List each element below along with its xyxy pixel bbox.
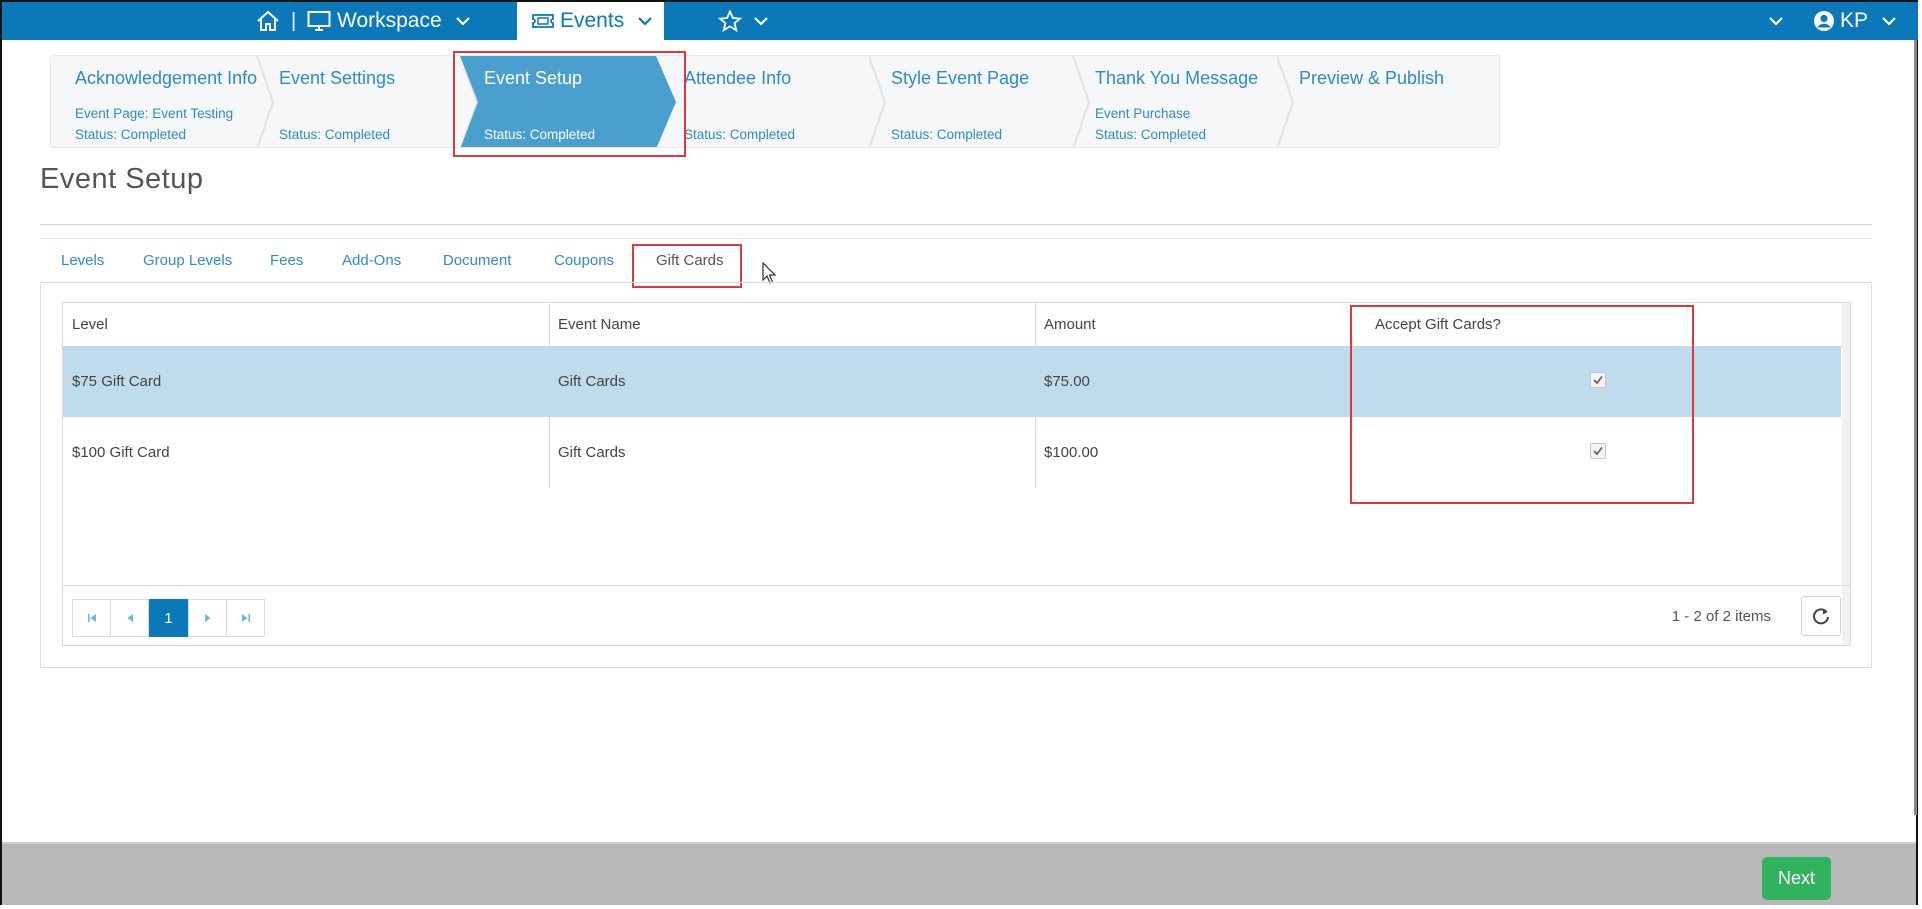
user-initials: KP <box>1840 9 1869 32</box>
step-title: Style Event Page <box>891 68 1030 88</box>
tab-gift-cards[interactable]: Gift Cards <box>656 252 724 269</box>
nav-separator: | <box>291 9 297 32</box>
step-status: Status: Completed <box>279 127 391 142</box>
page-title: Event Setup <box>40 163 204 195</box>
chevron-down-icon <box>1769 17 1783 26</box>
first-page-icon <box>87 614 96 622</box>
column-header-level[interactable]: Level <box>63 303 549 346</box>
tab-group-levels[interactable]: Group Levels <box>143 252 232 269</box>
tab-add-ons[interactable]: Add-Ons <box>342 252 401 269</box>
caret-left-icon <box>127 614 133 622</box>
chevron-down-icon <box>754 17 768 26</box>
top-navigation-bar: | Workspace Events KP <box>2 2 1918 40</box>
chevron-down-icon <box>455 17 470 26</box>
page-scrollbar[interactable] <box>1914 40 1917 815</box>
previous-page-button[interactable] <box>110 599 149 637</box>
step-status: Status: Completed <box>891 127 1003 142</box>
next-button[interactable]: Next <box>1762 857 1831 900</box>
step-status: Status: Completed <box>1095 127 1207 142</box>
monitor-icon <box>307 11 331 31</box>
first-page-button[interactable] <box>72 599 111 637</box>
step-title: Thank You Message <box>1095 68 1259 88</box>
step-status: Status: Completed <box>684 127 796 142</box>
refresh-icon <box>1813 608 1829 625</box>
step-subtitle: Event Page: Event Testing <box>75 106 234 121</box>
step-status: Status: Completed <box>75 127 187 142</box>
divider <box>40 224 1872 225</box>
table-row[interactable]: $100 Gift Card Gift Cards $100.00 <box>63 417 1841 488</box>
step-title: Event Setup <box>484 68 583 88</box>
user-menu[interactable]: KP <box>1813 2 1896 40</box>
page-1-button[interactable]: 1 <box>149 599 188 637</box>
step-title: Attendee Info <box>684 68 792 88</box>
cell-level: $75 Gift Card <box>72 373 162 390</box>
home-icon[interactable] <box>256 2 280 40</box>
cell-amount: $100.00 <box>1044 444 1099 461</box>
step-event-setup[interactable]: Event Setup Status: Completed <box>460 56 660 147</box>
chevron-down-icon <box>638 17 652 26</box>
user-circle-icon <box>1814 11 1834 31</box>
step-status: Status: Completed <box>484 127 596 142</box>
cell-event-name: Gift Cards <box>558 373 626 390</box>
step-title: Acknowledgement Info <box>75 68 258 88</box>
check-icon <box>1593 446 1603 456</box>
last-page-icon <box>241 614 250 622</box>
grid-header: Level Event Name Amount Accept Gift Card… <box>63 303 1842 347</box>
tab-fees[interactable]: Fees <box>270 252 303 269</box>
step-attendee-info[interactable]: Attendee Info Status: Completed <box>662 56 866 147</box>
caret-right-icon <box>204 614 210 622</box>
ticket-icon <box>532 14 554 28</box>
column-header-accept-gift-cards[interactable]: Accept Gift Cards? <box>1357 303 1837 346</box>
star-icon <box>718 10 742 32</box>
mouse-cursor-icon <box>762 262 776 284</box>
footer-bar <box>2 842 1916 905</box>
pager-info: 1 - 2 of 2 items <box>1671 608 1771 625</box>
cell-level: $100 Gift Card <box>72 444 170 461</box>
step-preview-publish[interactable]: Preview & Publish <box>1275 56 1495 147</box>
events-label: Events <box>560 9 625 32</box>
workspace-label: Workspace <box>337 9 442 32</box>
cell-event-name: Gift Cards <box>558 444 626 461</box>
table-row[interactable]: $75 Gift Card Gift Cards $75.00 <box>63 346 1841 417</box>
workspace-menu[interactable]: Workspace <box>307 2 470 40</box>
step-title: Event Settings <box>279 68 396 88</box>
step-event-settings[interactable]: Event Settings Status: Completed <box>255 56 459 147</box>
divider <box>40 238 1872 239</box>
grid-pager: 1 1 - 2 of 2 items <box>63 585 1850 646</box>
step-acknowledgement-info[interactable]: Acknowledgement Info Event Page: Event T… <box>51 56 258 147</box>
events-menu[interactable]: Events <box>517 2 664 40</box>
column-header-amount[interactable]: Amount <box>1035 303 1327 346</box>
gift-cards-grid: Level Event Name Amount Accept Gift Card… <box>62 302 1851 646</box>
step-thank-you-message[interactable]: Thank You Message Event Purchase Status:… <box>1071 56 1275 147</box>
accept-gift-cards-checkbox[interactable] <box>1590 372 1606 388</box>
tab-coupons[interactable]: Coupons <box>554 252 614 269</box>
next-page-button[interactable] <box>188 599 227 637</box>
cell-amount: $75.00 <box>1044 373 1090 390</box>
extra-menu-chevron[interactable] <box>1769 2 1783 40</box>
tab-levels[interactable]: Levels <box>61 252 104 269</box>
accept-gift-cards-checkbox[interactable] <box>1590 443 1606 459</box>
chevron-down-icon <box>1882 17 1896 26</box>
step-title: Preview & Publish <box>1299 68 1445 88</box>
check-icon <box>1593 375 1603 385</box>
step-subtitle: Event Purchase <box>1095 106 1191 121</box>
last-page-button[interactable] <box>226 599 265 637</box>
column-header-event-name[interactable]: Event Name <box>549 303 1035 346</box>
wizard-steps: Acknowledgement Info Event Page: Event T… <box>50 55 1500 148</box>
step-style-event-page[interactable]: Style Event Page Status: Completed <box>867 56 1071 147</box>
tab-document[interactable]: Document <box>443 252 511 269</box>
refresh-button[interactable] <box>1801 596 1841 636</box>
favorites-menu[interactable] <box>718 2 768 40</box>
